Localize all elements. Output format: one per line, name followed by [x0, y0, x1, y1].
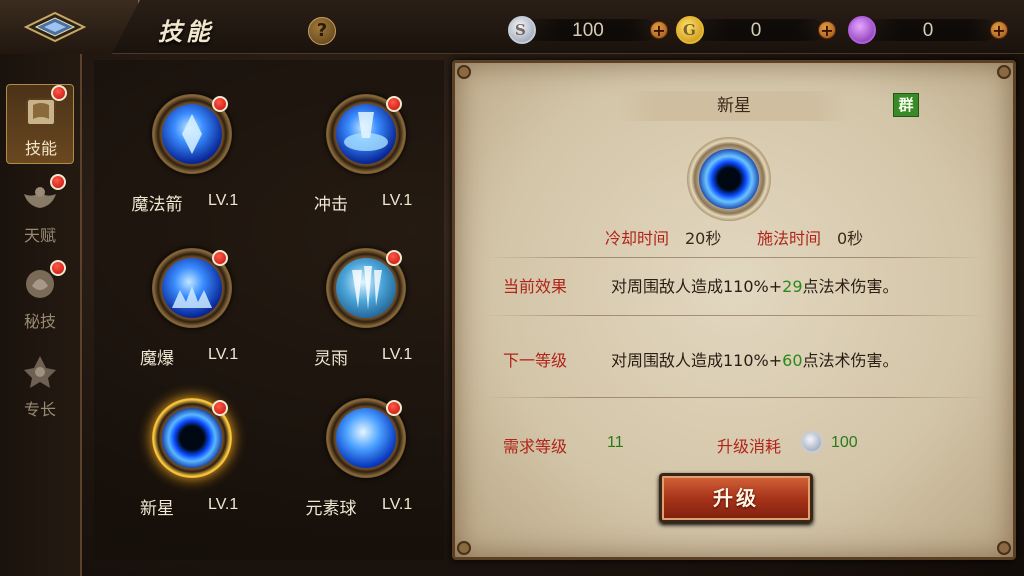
- panel-corner-ornament: [457, 541, 471, 555]
- next-level-label: 下一等级: [503, 351, 568, 370]
- gold-coin-icon: G: [676, 16, 704, 44]
- nav-item-skills[interactable]: 技能: [6, 84, 74, 164]
- nav-label: 专长: [23, 400, 56, 419]
- help-button[interactable]: ?: [308, 17, 336, 45]
- current-effect-text: 对周围敌人造成110%+29点法术伤害。: [611, 273, 899, 297]
- add-gold-button[interactable]: +: [818, 21, 836, 39]
- skill-name: 冲击: [314, 195, 348, 215]
- detail-skill-frame: [687, 137, 771, 221]
- notification-dot: [50, 174, 66, 190]
- nav-item-secret[interactable]: 秘技: [6, 258, 74, 338]
- magic-burst-icon: [162, 258, 222, 318]
- skill-card-element-orb[interactable]: 元素球 LV.1: [278, 398, 438, 528]
- effect-suffix: 点法术伤害。: [802, 277, 899, 296]
- skill-level: LV.1: [382, 346, 413, 363]
- notification-dot: [51, 85, 67, 101]
- skill-name: 新星: [140, 499, 174, 519]
- required-level-label: 需求等级: [503, 437, 568, 456]
- purple-gem-icon: [848, 16, 876, 44]
- nova-icon: [699, 149, 759, 209]
- skill-grid: 魔法箭 LV.1 冲击 LV.1 魔爆 LV.1 灵雨 LV.1 新星 LV.1…: [94, 60, 444, 560]
- upgrade-cost-value: 100: [831, 434, 858, 451]
- notification-dot: [50, 260, 66, 276]
- notification-dot: [386, 96, 402, 112]
- currency-gold: G 0 +: [676, 16, 836, 44]
- nova-icon: [162, 408, 222, 468]
- notification-dot: [386, 250, 402, 266]
- upgrade-button[interactable]: 升级: [659, 473, 813, 523]
- side-nav: 技能 天赋 秘技 专长: [0, 54, 82, 576]
- silver-coin-icon: S: [508, 16, 536, 44]
- cast-time-label: 施法时间: [757, 229, 822, 248]
- divider: [485, 315, 985, 316]
- skill-card-nova[interactable]: 新星 LV.1: [104, 398, 264, 528]
- back-button[interactable]: [0, 0, 140, 54]
- skill-level: LV.1: [208, 496, 239, 513]
- add-silver-button[interactable]: +: [650, 21, 668, 39]
- gem-amount: 0: [922, 20, 934, 41]
- panel-corner-ornament: [457, 65, 471, 79]
- cast-time-value: 0秒: [837, 229, 864, 248]
- skill-level: LV.1: [382, 496, 413, 513]
- silver-coin-icon: [801, 431, 823, 453]
- impact-icon: [336, 104, 396, 164]
- skill-name: 魔爆: [140, 349, 174, 369]
- cooldown-label: 冷却时间: [605, 229, 670, 248]
- gold-amount: 0: [750, 20, 762, 41]
- nav-label: 秘技: [23, 312, 56, 331]
- silver-amount: 100: [572, 20, 604, 41]
- effect-bonus: 29: [782, 277, 803, 296]
- skill-name: 魔法箭: [131, 195, 183, 215]
- notification-dot: [212, 250, 228, 266]
- skill-level: LV.1: [208, 192, 239, 209]
- skill-level: LV.1: [208, 346, 239, 363]
- skill-name: 元素球: [305, 499, 357, 519]
- element-orb-icon: [336, 408, 396, 468]
- magic-arrow-icon: [162, 104, 222, 164]
- skill-card-spirit-rain[interactable]: 灵雨 LV.1: [278, 248, 438, 378]
- notification-dot: [386, 400, 402, 416]
- effect-suffix: 点法术伤害。: [802, 351, 899, 370]
- add-gem-button[interactable]: +: [990, 21, 1008, 39]
- nav-item-specialty[interactable]: 专长: [6, 346, 74, 426]
- upgrade-cost-label: 升级消耗: [717, 437, 782, 456]
- nav-label: 技能: [24, 139, 57, 158]
- specialty-emblem-icon: [24, 356, 56, 388]
- skill-card-magic-burst[interactable]: 魔爆 LV.1: [104, 248, 264, 378]
- spirit-rain-icon: [336, 258, 396, 318]
- currency-gem: 0 +: [848, 16, 1008, 44]
- panel-corner-ornament: [997, 65, 1011, 79]
- panel-corner-ornament: [997, 541, 1011, 555]
- nav-label: 天赋: [23, 226, 56, 245]
- current-effect-label: 当前效果: [503, 277, 568, 296]
- notification-dot: [212, 400, 228, 416]
- detail-skill-name: 新星: [617, 91, 851, 121]
- effect-prefix: 对周围敌人造成110%+: [611, 351, 783, 370]
- skill-type-tag: 群: [893, 93, 919, 117]
- back-arrow-icon: [23, 11, 87, 43]
- effect-prefix: 对周围敌人造成110%+: [611, 277, 783, 296]
- cooldown-value: 20秒: [685, 229, 722, 248]
- required-level-value: 11: [607, 434, 624, 451]
- top-bar: 技能 ? S 100 + G 0 + 0 +: [0, 0, 1024, 54]
- divider: [485, 397, 985, 398]
- nav-item-talent[interactable]: 天赋: [6, 172, 74, 252]
- skill-card-magic-arrow[interactable]: 魔法箭 LV.1: [104, 94, 264, 224]
- skill-card-impact[interactable]: 冲击 LV.1: [278, 94, 438, 224]
- notification-dot: [212, 96, 228, 112]
- skill-level: LV.1: [382, 192, 413, 209]
- effect-bonus: 60: [782, 351, 803, 370]
- skill-name: 灵雨: [314, 349, 348, 369]
- divider: [485, 257, 985, 258]
- page-title: 技能: [158, 17, 214, 46]
- currency-silver: S 100 +: [508, 16, 668, 44]
- skill-detail-panel: 新星 群 冷却时间 20秒 施法时间 0秒 当前效果 对周围敌人造成110%+2…: [452, 60, 1016, 560]
- next-level-text: 对周围敌人造成110%+60点法术伤害。: [611, 347, 899, 371]
